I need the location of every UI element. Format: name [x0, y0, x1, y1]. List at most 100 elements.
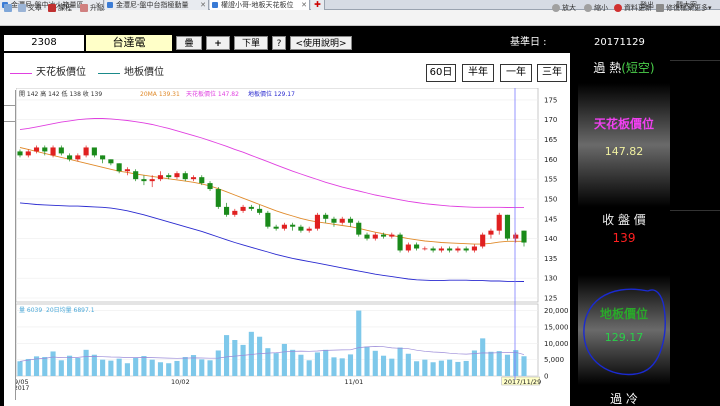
x-tick-label: 11/01 [344, 378, 363, 386]
base-date-label: 基準日 : [510, 37, 547, 48]
price-tick-label: 135 [544, 255, 557, 263]
range-three-year-button[interactable]: 三年 [537, 64, 567, 82]
price-tick-label: 160 [544, 156, 557, 164]
candle-body [248, 206, 254, 209]
manual-button[interactable]: <使用說明> [290, 36, 352, 50]
volume-bar [488, 351, 494, 376]
zoom-out-button[interactable]: 縮小 [584, 3, 608, 13]
volume-bar [372, 350, 378, 376]
candle-body [190, 177, 197, 180]
volume-bar [323, 349, 329, 376]
volume-bar [75, 358, 81, 376]
page-icon [107, 2, 113, 8]
refresh-data-button[interactable]: 資料更新 [614, 3, 652, 13]
candle-body [298, 226, 304, 231]
range-one-year-button[interactable]: 一年 [500, 64, 532, 82]
candle-body [75, 155, 81, 160]
order-button[interactable]: 下單 [234, 36, 268, 50]
volume-bar [58, 360, 64, 376]
upgrade-button[interactable]: 升級 [80, 3, 104, 13]
price-tick-label: 130 [544, 275, 557, 283]
avg-volume-readout: 20日均量 6897.1 [46, 306, 95, 314]
volume-bar [232, 340, 238, 376]
volume-bar [397, 347, 403, 376]
candle-body [314, 214, 321, 229]
volume-bar [455, 361, 461, 376]
candle-body [174, 173, 180, 178]
candle-body [141, 179, 147, 182]
volume-bar [265, 348, 271, 376]
zoom-out-icon [584, 4, 592, 12]
candle-body [364, 234, 370, 239]
volume-bar [108, 360, 114, 376]
stock-info-bar: 2308 台達電 疊 + 下單 ? <使用說明> 基準日 : 20171129 [4, 35, 645, 51]
ohlc-readout: 開 142 高 142 低 138 收 139 [19, 90, 102, 98]
volume-bar [223, 335, 230, 376]
range-half-year-button[interactable]: 半年 [462, 64, 494, 82]
candle-body [438, 248, 444, 251]
overlay-button[interactable]: 疊 [176, 36, 202, 50]
volume-bar [405, 353, 411, 376]
volume-bar [298, 354, 304, 376]
candle-body [281, 224, 287, 229]
add-tab-icon[interactable]: ✚ [311, 0, 325, 10]
volume-bar [157, 362, 164, 376]
volume-bar [257, 336, 263, 376]
range-60d-button[interactable]: 60日 [426, 64, 456, 82]
base-date-value: 20171129 [594, 37, 645, 48]
more-button[interactable]: 更多▾ [694, 3, 712, 13]
tab-momentum[interactable]: 金灃尼-盤中台指極動量 ✕ [105, 0, 209, 10]
repair-files-button[interactable]: 修復檔案 [656, 3, 694, 13]
candle-body [67, 155, 73, 160]
price-tick-label: 145 [544, 215, 557, 223]
candle-body [405, 244, 411, 251]
menu-toolbar [0, 10, 720, 26]
volume-tick-label: 0 [544, 373, 548, 381]
gear-icon [656, 4, 664, 12]
help-button[interactable]: ? [272, 36, 286, 50]
close-value: 139 [612, 231, 636, 245]
ceiling-line-swatch [10, 73, 32, 74]
volume-bar [133, 357, 139, 376]
candle-body [480, 234, 486, 247]
candle-body [257, 208, 263, 213]
zoom-in-button[interactable]: 放大 [552, 3, 576, 13]
candle-body [389, 234, 395, 237]
volume-bar [521, 356, 527, 376]
divider [670, 210, 720, 211]
stock-code-input[interactable]: 2308 [4, 35, 84, 51]
candle-body [240, 206, 246, 211]
page-icon [212, 2, 218, 8]
candle-body [149, 179, 155, 182]
candle-body [215, 189, 221, 207]
close-icon[interactable]: ✕ [301, 0, 307, 10]
courses-button[interactable]: 課程 [48, 3, 72, 13]
candle-body [290, 224, 296, 227]
x-tick-label: 2017/11/29 [504, 378, 541, 386]
tab-floor-ceiling[interactable]: 權證小哥-地板天花板位 ✕ [210, 0, 310, 10]
candle-body [17, 151, 23, 156]
candle-body [380, 234, 387, 237]
x-tick-year: 2017 [16, 385, 29, 390]
candle-body [199, 177, 205, 184]
chevron-down-icon: ▾ [708, 4, 712, 12]
volume-tick-label: 5,000 [544, 356, 564, 364]
price-tick-label: 170 [544, 116, 557, 124]
add-button[interactable]: + [206, 36, 230, 50]
volume-bar [364, 346, 370, 376]
close-label: 收 盤 價 [602, 213, 646, 227]
volume-bar [116, 358, 122, 376]
candle-body [513, 234, 519, 239]
candle-body [347, 218, 354, 223]
video-icon [48, 4, 56, 12]
articles-button[interactable]: 文章 [18, 3, 42, 13]
price-volume-chart: 125 130 135 140 145 150 155 160 165 170 175 0 5,000 1… [16, 88, 569, 390]
price-tick-label: 150 [544, 195, 557, 203]
candle-body [108, 159, 114, 164]
close-icon[interactable]: ✕ [200, 0, 206, 10]
candle-body [124, 169, 130, 172]
candle-body [488, 230, 494, 235]
volume-tick-label: 10,000 [544, 340, 569, 348]
candle-body [306, 228, 312, 231]
divider [670, 60, 720, 61]
